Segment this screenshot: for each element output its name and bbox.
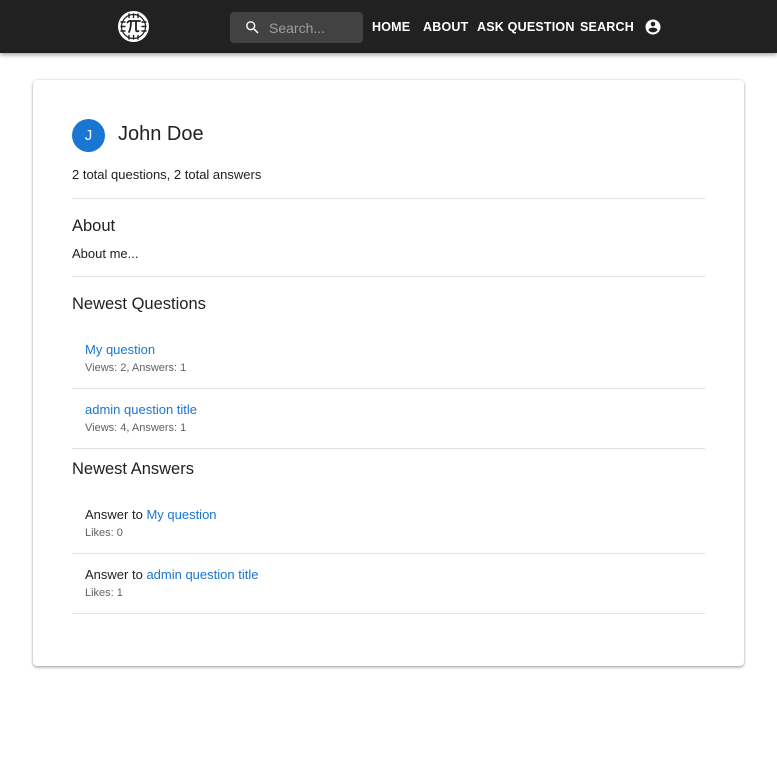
divider — [72, 553, 705, 554]
answer-prefix: Answer to — [85, 507, 143, 522]
divider — [72, 276, 705, 277]
nav-home[interactable]: HOME — [372, 20, 410, 34]
answer-likes: Likes: 0 — [85, 527, 123, 539]
divider — [72, 613, 705, 614]
profile-card: J John Doe 2 total questions, 2 total an… — [33, 80, 744, 666]
nav-about[interactable]: ABOUT — [423, 20, 468, 34]
answer-item: Answer to admin question title Likes: 1 — [85, 567, 258, 599]
newest-questions-heading: Newest Questions — [72, 295, 206, 313]
avatar: J — [72, 119, 105, 152]
pi-logo-icon[interactable] — [117, 10, 150, 43]
newest-answers-heading: Newest Answers — [72, 460, 194, 478]
question-meta: Views: 2, Answers: 1 — [85, 362, 187, 374]
answer-question-link[interactable]: My question — [146, 507, 216, 522]
question-link[interactable]: admin question title — [85, 402, 197, 417]
question-meta: Views: 4, Answers: 1 — [85, 422, 187, 434]
question-item: admin question title Views: 4, Answers: … — [85, 402, 197, 434]
app-bar: HOME ABOUT ASK QUESTION SEARCH — [0, 0, 777, 53]
question-item: My question Views: 2, Answers: 1 — [85, 342, 186, 374]
user-name: John Doe — [118, 123, 204, 145]
answer-likes: Likes: 1 — [85, 587, 123, 599]
search-input[interactable] — [269, 12, 359, 43]
about-heading: About — [72, 217, 116, 235]
divider — [72, 388, 705, 389]
nav-ask-question[interactable]: ASK QUESTION — [477, 20, 575, 34]
account-circle-icon[interactable] — [644, 18, 662, 36]
nav-search[interactable]: SEARCH — [580, 20, 634, 34]
question-link[interactable]: My question — [85, 342, 155, 357]
search-icon — [246, 21, 259, 34]
about-text: About me... — [72, 246, 139, 261]
divider — [72, 198, 705, 199]
answer-prefix: Answer to — [85, 567, 143, 582]
answer-question-link[interactable]: admin question title — [146, 567, 258, 582]
answer-item: Answer to My question Likes: 0 — [85, 507, 217, 539]
divider — [72, 448, 705, 449]
user-stats: 2 total questions, 2 total answers — [72, 167, 262, 182]
search-box[interactable] — [230, 12, 363, 43]
